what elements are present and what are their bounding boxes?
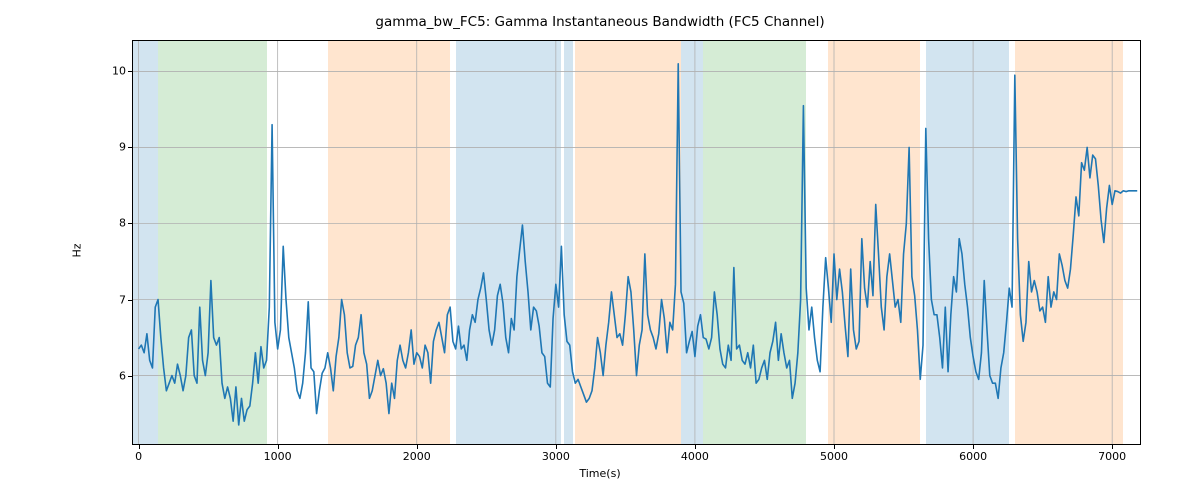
y-tick: 6 — [119, 369, 126, 382]
y-tick: 10 — [112, 65, 126, 78]
gridlines — [133, 41, 1140, 444]
x-tick: 3000 — [542, 450, 570, 463]
chart-title: gamma_bw_FC5: Gamma Instantaneous Bandwi… — [0, 14, 1200, 30]
x-tick: 4000 — [681, 450, 709, 463]
x-tick: 5000 — [820, 450, 848, 463]
y-tick: 9 — [119, 141, 126, 154]
x-tick: 7000 — [1098, 450, 1126, 463]
figure: gamma_bw_FC5: Gamma Instantaneous Bandwi… — [0, 0, 1200, 500]
x-tick: 1000 — [264, 450, 292, 463]
plot-area — [132, 40, 1141, 445]
y-tick: 8 — [119, 217, 126, 230]
y-axis-label: Hz — [70, 0, 84, 500]
x-tick: 6000 — [959, 450, 987, 463]
x-tick: 0 — [135, 450, 142, 463]
x-tick: 2000 — [403, 450, 431, 463]
y-tick: 7 — [119, 293, 126, 306]
plot-svg — [133, 41, 1140, 444]
line-series — [139, 64, 1138, 425]
x-axis-label: Time(s) — [0, 467, 1200, 480]
